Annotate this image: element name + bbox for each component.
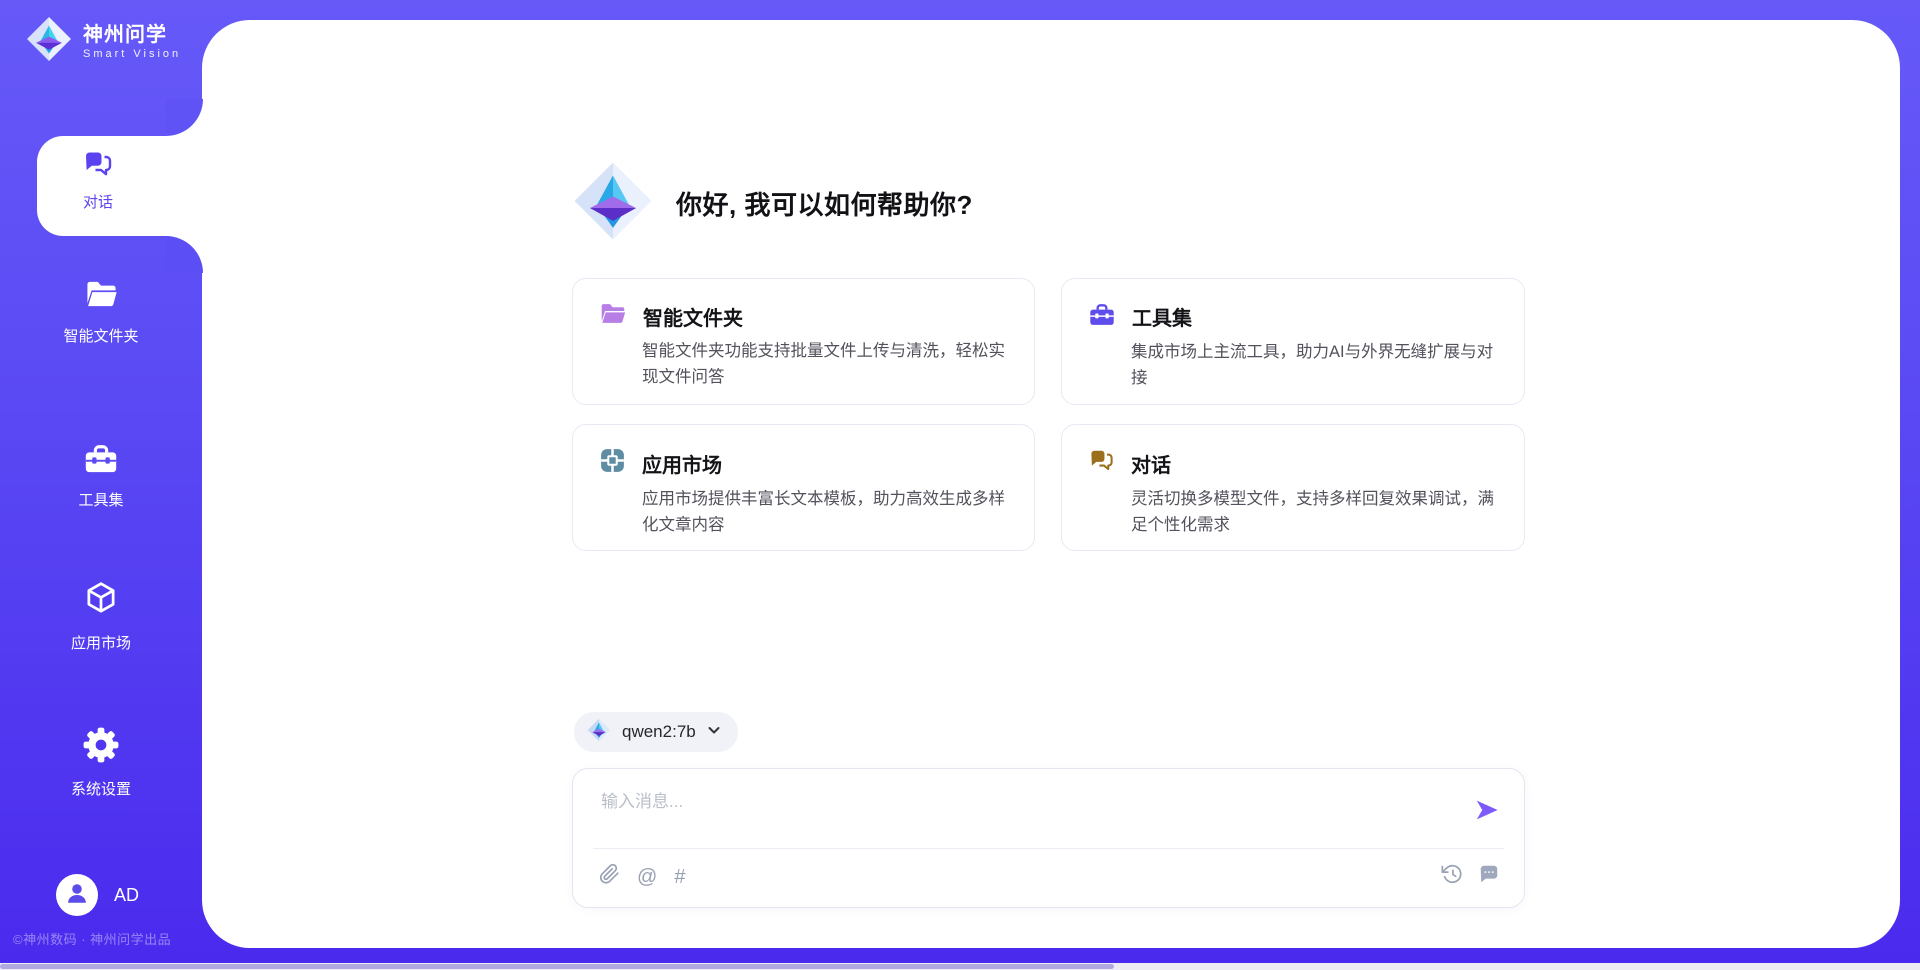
greeting-title: 你好, 我可以如何帮助你? [676,185,973,222]
greeting-logo-diamond-icon [572,160,654,247]
cube-icon [82,580,120,623]
grid-icon [599,447,626,479]
brand-subtitle: Smart Vision [83,47,181,61]
card-title: 工具集 [1132,302,1192,331]
card-description: 智能文件夹功能支持批量文件上传与清洗，轻松实现文件问答 [642,339,1010,390]
sidebar-item-label: 智能文件夹 [63,325,138,346]
brand-name: 神州问学 [83,23,181,47]
copyright-footer: ©神州数码 · 神州问学出品 [13,929,171,948]
message-input[interactable] [599,785,1433,845]
feature-card-app-market[interactable]: 应用市场 应用市场提供丰富长文本模板，助力高效生成多样化文章内容 [572,424,1035,551]
user-initials: AD [114,885,139,906]
toolbox-icon [83,441,119,480]
attach-button[interactable] [599,863,620,890]
brand: 神州问学 Smart Vision [26,16,181,67]
greeting: 你好, 我可以如何帮助你? [572,160,973,247]
person-icon [64,880,90,911]
main-content: 你好, 我可以如何帮助你? 智能文件夹 智能文件夹功能支持批量文件上传与清洗，轻… [202,20,1900,948]
composer-divider [593,848,1504,849]
comments-button[interactable] [1478,863,1500,890]
model-selector-button[interactable]: qwen2:7b [574,712,738,752]
folder-icon [84,278,119,316]
sidebar-item-label: 工具集 [78,489,123,510]
sidebar-item-app-market[interactable]: 应用市场 [0,580,202,653]
sidebar-item-toolset[interactable]: 工具集 [0,441,202,510]
app-window: 对话 神州问学 Smart Vision [0,0,1920,970]
sidebar-item-label: 系统设置 [71,778,131,799]
card-description: 应用市场提供丰富长文本模板，助力高效生成多样化文章内容 [642,487,1010,538]
feature-card-chat[interactable]: 对话 灵活切换多模型文件，支持多样回复效果调试，满足个性化需求 [1061,424,1525,551]
paperclip-icon [599,863,620,890]
sidebar-item-label: 应用市场 [71,632,131,653]
user-row: AD [56,874,139,916]
horizontal-scrollbar[interactable] [0,963,1920,970]
send-arrow-icon [1474,797,1500,828]
user-avatar[interactable] [56,874,98,916]
comment-icon [1478,863,1500,890]
brand-logo-diamond-icon [26,16,72,67]
feature-card-toolset[interactable]: 工具集 集成市场上主流工具，助力AI与外界无缝扩展与对接 [1061,278,1525,405]
hash-icon[interactable]: # [674,865,685,889]
composer: @ # [572,768,1525,908]
card-title: 智能文件夹 [643,302,743,331]
gear-icon [82,726,120,769]
chevron-down-icon [706,722,722,743]
sidebar-item-settings[interactable]: 系统设置 [0,726,202,799]
model-name: qwen2:7b [622,722,696,742]
card-description: 集成市场上主流工具，助力AI与外界无缝扩展与对接 [1131,340,1500,391]
folder-icon [599,301,627,331]
history-icon [1441,863,1463,890]
send-button[interactable] [1472,797,1502,827]
feature-card-folders[interactable]: 智能文件夹 智能文件夹功能支持批量文件上传与清洗，轻松实现文件问答 [572,278,1035,405]
at-icon[interactable]: @ [637,865,657,889]
feature-cards: 智能文件夹 智能文件夹功能支持批量文件上传与清洗，轻松实现文件问答 [572,278,1525,551]
history-button[interactable] [1441,863,1463,890]
sidebar: 神州问学 Smart Vision 智能文件夹 [0,0,202,970]
card-description: 灵活切换多模型文件，支持多样回复效果调试，满足个性化需求 [1131,487,1500,538]
toolbox-icon [1088,301,1116,332]
card-title: 应用市场 [642,449,722,478]
model-logo-diamond-icon [587,718,611,747]
card-title: 对话 [1131,449,1171,478]
sidebar-item-folders[interactable]: 智能文件夹 [0,278,202,346]
scrollbar-thumb[interactable] [0,964,1114,969]
chat-bubbles-icon [1088,447,1115,479]
